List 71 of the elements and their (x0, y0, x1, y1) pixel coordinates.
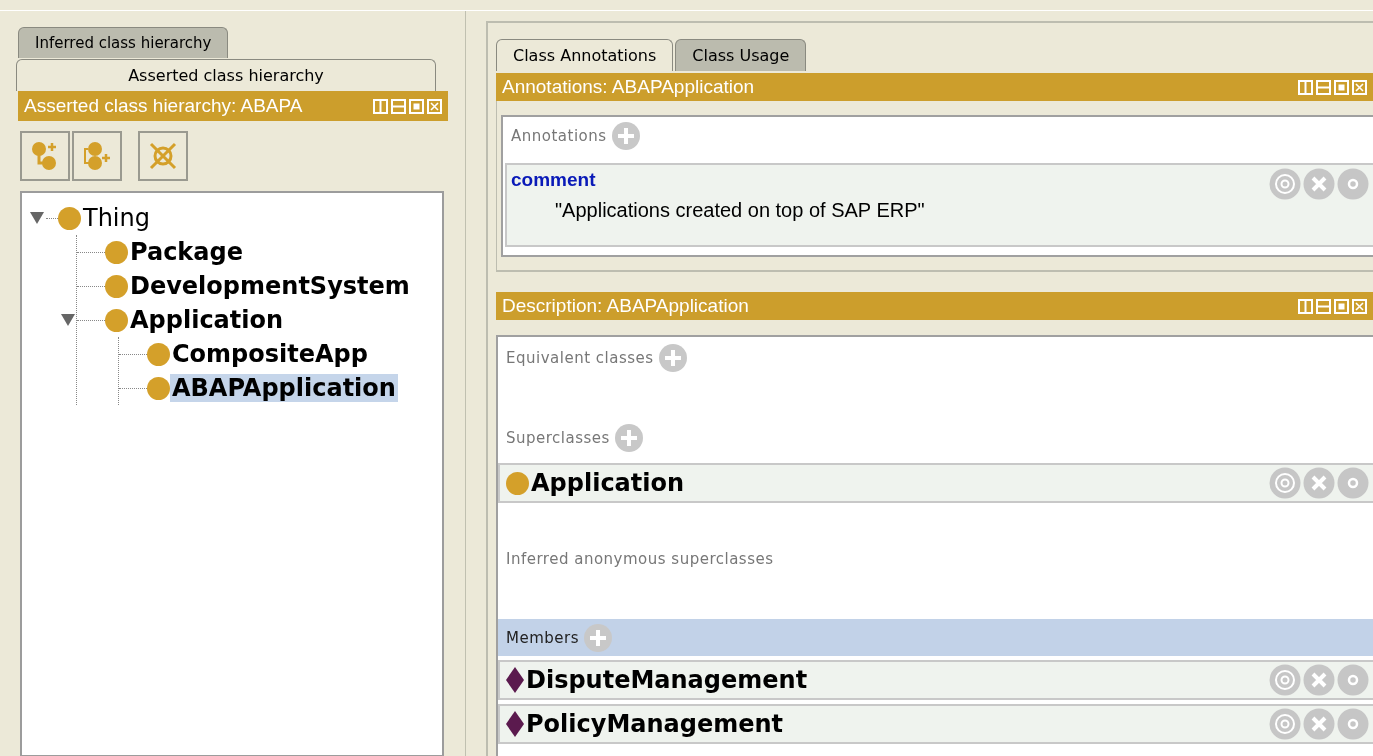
class-icon (105, 240, 128, 264)
add-icon[interactable] (583, 622, 613, 653)
class-icon (147, 342, 170, 366)
edit-icon[interactable] (1337, 664, 1369, 696)
annotate-icon[interactable] (1269, 708, 1301, 740)
add-subclass-button[interactable] (20, 131, 70, 181)
collapse-triangle-icon[interactable] (61, 314, 75, 326)
edit-icon[interactable] (1337, 708, 1369, 740)
view-title: Annotations: ABAPApplication (502, 76, 756, 98)
entity-name: PolicyManagement (525, 710, 785, 738)
close-icon[interactable] (1352, 79, 1367, 95)
split-horizontal-icon[interactable] (391, 98, 406, 114)
tree-item[interactable]: Package (128, 238, 245, 266)
class-icon (506, 471, 529, 495)
section-label: Annotations (511, 127, 607, 145)
annotate-icon[interactable] (1269, 664, 1301, 696)
frame-row[interactable]: PolicyManagement (498, 704, 1373, 744)
close-icon[interactable] (427, 98, 442, 114)
individual-icon (506, 711, 524, 737)
class-icon (105, 308, 128, 332)
entity-name: Application (530, 469, 686, 497)
add-sibling-button[interactable] (72, 131, 122, 181)
tab[interactable]: Class Usage (675, 39, 807, 71)
split-view-icon[interactable] (1298, 298, 1313, 314)
add-sibling-icon (82, 140, 112, 172)
maximize-icon[interactable] (1334, 298, 1349, 314)
annotate-icon[interactable] (1269, 168, 1301, 200)
tree-item[interactable]: CompositeApp (170, 340, 370, 368)
split-horizontal-icon[interactable] (1316, 298, 1331, 314)
tree-item[interactable]: Application (128, 306, 286, 334)
tree-item[interactable]: DevelopmentSystem (128, 272, 412, 300)
delete-class-icon (147, 140, 179, 172)
tree-item[interactable]: Thing (81, 204, 152, 232)
section-label: Inferred anonymous superclasses (506, 550, 774, 568)
split-view-icon[interactable] (373, 98, 388, 114)
split-horizontal-icon[interactable] (1316, 79, 1331, 95)
delete-icon[interactable] (1303, 664, 1335, 696)
section-label: Equivalent classes (506, 349, 654, 367)
section-label: Superclasses (506, 429, 610, 447)
tab[interactable]: Inferred class hierarchy (18, 27, 229, 58)
maximize-icon[interactable] (409, 98, 424, 114)
class-icon (58, 206, 81, 230)
entity-name: DisputeManagement (525, 666, 809, 694)
tab[interactable]: Asserted class hierarchy (16, 59, 436, 91)
edit-icon[interactable] (1337, 467, 1369, 499)
delete-icon[interactable] (1303, 168, 1335, 200)
tab[interactable]: Class Annotations (496, 39, 674, 71)
add-icon[interactable] (610, 121, 641, 151)
section-label: Members (506, 628, 579, 647)
delete-button[interactable] (138, 131, 188, 181)
annotation-property: comment (511, 169, 596, 191)
edit-icon[interactable] (1337, 168, 1369, 200)
class-icon (105, 274, 128, 298)
tree-item[interactable]: ABAPApplication (170, 374, 398, 402)
collapse-triangle-icon[interactable] (30, 212, 44, 224)
annotation-value: "Applications created on top of SAP ERP" (554, 198, 926, 222)
maximize-icon[interactable] (1334, 79, 1349, 95)
annotate-icon[interactable] (1269, 467, 1301, 499)
frame-row[interactable]: DisputeManagement (498, 660, 1373, 700)
delete-icon[interactable] (1303, 467, 1335, 499)
close-icon[interactable] (1352, 298, 1367, 314)
split-view-icon[interactable] (1298, 79, 1313, 95)
annotation-row[interactable]: comment "Applications created on top of SAP ERP" (505, 163, 1373, 247)
class-icon (147, 376, 170, 400)
add-icon[interactable] (613, 423, 644, 453)
view-title: Asserted class hierarchy: ABAPA (24, 95, 304, 117)
individual-icon (506, 667, 524, 693)
view-title: Description: ABAPApplication (502, 295, 750, 317)
delete-icon[interactable] (1303, 708, 1335, 740)
frame-row[interactable]: Application (498, 463, 1373, 503)
add-icon[interactable] (657, 343, 688, 373)
